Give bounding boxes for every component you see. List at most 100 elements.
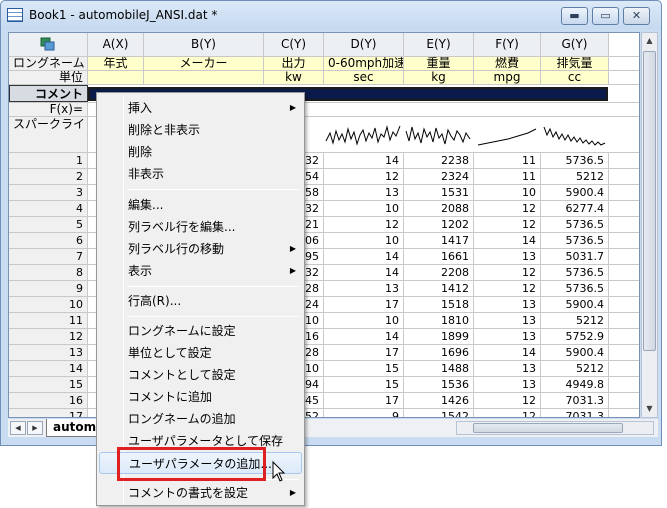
table-cell[interactable]: 2238 bbox=[404, 153, 474, 168]
long-name-cell[interactable]: 年式 bbox=[88, 57, 144, 70]
table-cell[interactable]: 1899 bbox=[404, 329, 474, 344]
row-number[interactable]: 8 bbox=[9, 265, 88, 280]
table-cell[interactable]: 12 bbox=[474, 409, 541, 417]
column-header-c[interactable]: C(Y) bbox=[264, 33, 324, 56]
row-number[interactable]: 11 bbox=[9, 313, 88, 328]
row-number[interactable]: 3 bbox=[9, 185, 88, 200]
menu-item-row-height[interactable]: 行高(R)... bbox=[99, 290, 302, 312]
table-cell[interactable]: 10 bbox=[474, 185, 541, 200]
menu-item-set-units[interactable]: 単位として設定 bbox=[99, 342, 302, 364]
scroll-thumb[interactable] bbox=[643, 51, 656, 351]
table-cell[interactable]: 12 bbox=[474, 265, 541, 280]
table-cell[interactable]: 1661 bbox=[404, 249, 474, 264]
menu-item-insert[interactable]: 挿入 ▶ bbox=[99, 97, 302, 119]
table-cell[interactable]: 1810 bbox=[404, 313, 474, 328]
table-cell[interactable]: 5900.4 bbox=[541, 185, 609, 200]
table-cell[interactable]: 11 bbox=[474, 169, 541, 184]
row-number[interactable]: 15 bbox=[9, 377, 88, 392]
table-cell[interactable]: 14 bbox=[474, 345, 541, 360]
scroll-down-icon[interactable]: ▼ bbox=[642, 401, 657, 417]
comments-label[interactable]: コメント bbox=[9, 85, 88, 102]
table-cell[interactable]: 13 bbox=[474, 329, 541, 344]
row-number[interactable]: 4 bbox=[9, 201, 88, 216]
table-cell[interactable]: 17 bbox=[324, 345, 404, 360]
row-number[interactable]: 12 bbox=[9, 329, 88, 344]
table-cell[interactable]: 5736.5 bbox=[541, 265, 609, 280]
corner-cell[interactable] bbox=[9, 33, 88, 56]
row-number[interactable]: 16 bbox=[9, 393, 88, 408]
table-cell[interactable]: 10 bbox=[324, 201, 404, 216]
table-cell[interactable]: 6277.4 bbox=[541, 201, 609, 216]
table-cell[interactable]: 14 bbox=[474, 233, 541, 248]
table-cell[interactable]: 10 bbox=[324, 233, 404, 248]
table-cell[interactable]: 12 bbox=[324, 169, 404, 184]
table-cell[interactable]: 5212 bbox=[541, 361, 609, 376]
table-cell[interactable]: 1426 bbox=[404, 393, 474, 408]
table-cell[interactable]: 13 bbox=[474, 361, 541, 376]
table-cell[interactable]: 14 bbox=[324, 249, 404, 264]
table-cell[interactable]: 5212 bbox=[541, 169, 609, 184]
tab-next-icon[interactable]: ▶ bbox=[27, 421, 43, 435]
column-header-f[interactable]: F(Y) bbox=[474, 33, 541, 56]
table-cell[interactable]: 1696 bbox=[404, 345, 474, 360]
table-cell[interactable]: 1518 bbox=[404, 297, 474, 312]
table-cell[interactable]: 5900.4 bbox=[541, 297, 609, 312]
table-cell[interactable]: 5212 bbox=[541, 313, 609, 328]
table-cell[interactable]: 11 bbox=[474, 153, 541, 168]
column-header-g[interactable]: G(Y) bbox=[541, 33, 609, 56]
table-cell[interactable]: 12 bbox=[474, 281, 541, 296]
table-cell[interactable]: 12 bbox=[474, 201, 541, 216]
fx-label[interactable]: F(x)= bbox=[9, 103, 88, 116]
units-cell[interactable]: cc bbox=[541, 71, 609, 84]
column-header-b[interactable]: B(Y) bbox=[144, 33, 264, 56]
hscroll-thumb[interactable] bbox=[473, 423, 623, 433]
long-name-label[interactable]: ロングネーム bbox=[9, 57, 88, 70]
table-cell[interactable]: 1531 bbox=[404, 185, 474, 200]
long-name-cell[interactable]: 燃費 bbox=[474, 57, 541, 70]
table-cell[interactable]: 5736.5 bbox=[541, 281, 609, 296]
row-number[interactable]: 14 bbox=[9, 361, 88, 376]
menu-item-view[interactable]: 表示 ▶ bbox=[99, 260, 302, 282]
table-cell[interactable]: 15 bbox=[324, 377, 404, 392]
table-cell[interactable]: 5736.5 bbox=[541, 233, 609, 248]
long-name-cell[interactable]: 排気量 bbox=[541, 57, 609, 70]
sparkline-label[interactable]: スパークライ bbox=[9, 117, 88, 152]
row-number[interactable]: 5 bbox=[9, 217, 88, 232]
table-cell[interactable]: 15 bbox=[324, 361, 404, 376]
units-cell[interactable]: sec bbox=[324, 71, 404, 84]
table-cell[interactable]: 12 bbox=[474, 217, 541, 232]
row-number[interactable]: 9 bbox=[9, 281, 88, 296]
menu-item-set-comments[interactable]: コメントとして設定 bbox=[99, 364, 302, 386]
units-cell[interactable]: kw bbox=[264, 71, 324, 84]
scroll-up-icon[interactable]: ▲ bbox=[642, 33, 657, 49]
table-cell[interactable]: 4949.8 bbox=[541, 377, 609, 392]
table-cell[interactable]: 5752.9 bbox=[541, 329, 609, 344]
table-cell[interactable]: 1202 bbox=[404, 217, 474, 232]
row-number[interactable]: 6 bbox=[9, 233, 88, 248]
row-number[interactable]: 13 bbox=[9, 345, 88, 360]
menu-item-hide[interactable]: 非表示 bbox=[99, 163, 302, 185]
table-cell[interactable]: 2324 bbox=[404, 169, 474, 184]
table-cell[interactable]: 13 bbox=[474, 377, 541, 392]
long-name-cell[interactable]: メーカー bbox=[144, 57, 264, 70]
table-cell[interactable]: 1536 bbox=[404, 377, 474, 392]
table-cell[interactable]: 12 bbox=[324, 217, 404, 232]
table-cell[interactable]: 7031.3 bbox=[541, 409, 609, 417]
table-cell[interactable]: 12 bbox=[474, 393, 541, 408]
table-cell[interactable]: 5736.5 bbox=[541, 217, 609, 232]
table-cell[interactable]: 13 bbox=[474, 249, 541, 264]
maximize-button[interactable]: ▭ bbox=[592, 7, 619, 25]
title-bar[interactable]: Book1 - automobileJ_ANSI.dat * ▬ ▭ ✕ bbox=[1, 1, 661, 29]
menu-item-delete[interactable]: 削除 bbox=[99, 141, 302, 163]
close-button[interactable]: ✕ bbox=[623, 7, 650, 25]
menu-item-append-long-name[interactable]: ロングネームの追加 bbox=[99, 408, 302, 430]
units-cell[interactable] bbox=[144, 71, 264, 84]
table-cell[interactable]: 9 bbox=[324, 409, 404, 417]
minimize-button[interactable]: ▬ bbox=[561, 7, 588, 25]
table-cell[interactable]: 1417 bbox=[404, 233, 474, 248]
menu-item-set-long-name[interactable]: ロングネームに設定 bbox=[99, 320, 302, 342]
table-cell[interactable]: 13 bbox=[324, 281, 404, 296]
horizontal-scrollbar[interactable] bbox=[456, 421, 654, 435]
row-number[interactable]: 2 bbox=[9, 169, 88, 184]
menu-item-edit-label-rows[interactable]: 列ラベル行を編集... bbox=[99, 216, 302, 238]
